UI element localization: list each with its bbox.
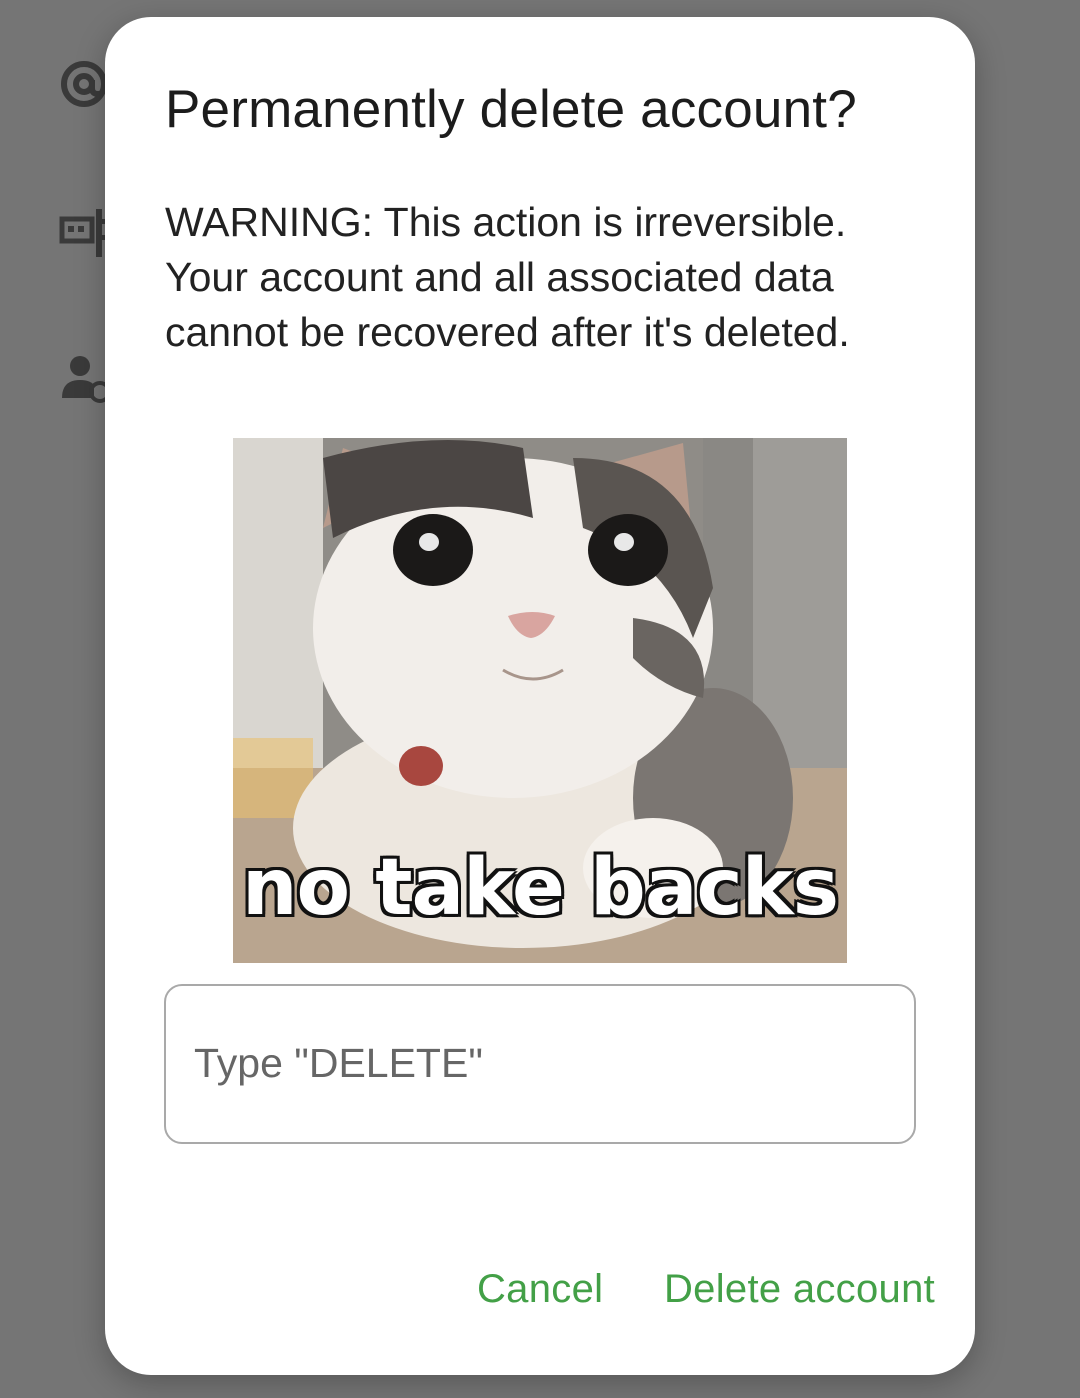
warning-message: WARNING: This action is irreversible. Yo…: [165, 199, 850, 355]
dialog-actions: Cancel Delete account: [105, 1249, 975, 1329]
meme-caption: no take backs: [241, 843, 839, 933]
at-sign-icon: [58, 58, 110, 110]
delete-confirmation-field[interactable]: [164, 984, 916, 1144]
delete-account-button[interactable]: Delete account: [664, 1249, 935, 1329]
delete-account-dialog: Permanently delete account? WARNING: Thi…: [105, 17, 975, 1375]
cat-meme-image: no take backs: [233, 438, 847, 963]
dialog-title: Permanently delete account?: [165, 80, 857, 139]
device-settings-icon: [58, 205, 110, 257]
manage-account-icon: [58, 352, 110, 404]
delete-confirmation-input[interactable]: [194, 986, 884, 1140]
cancel-button[interactable]: Cancel: [477, 1249, 603, 1329]
